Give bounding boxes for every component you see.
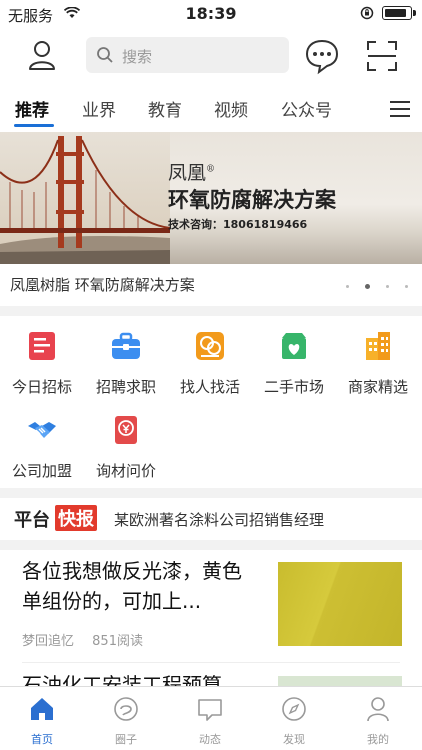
- category-second-hand[interactable]: 二手市场: [252, 330, 336, 397]
- tab-official-accounts[interactable]: 公众号: [281, 96, 332, 121]
- flash-label: 平台: [14, 510, 50, 531]
- category-franchise[interactable]: 公司加盟: [0, 414, 84, 481]
- price-tag-icon: [115, 416, 137, 444]
- profile-icon[interactable]: [22, 36, 62, 76]
- carousel-dot[interactable]: [386, 285, 389, 288]
- tab-video[interactable]: 视频: [214, 96, 248, 121]
- banner-caption: 凤凰树脂 环氧防腐解决方案: [10, 276, 195, 294]
- flash-message[interactable]: 某欧洲著名涂料公司招销售经理: [114, 509, 324, 530]
- tabbar-discover[interactable]: 发现: [264, 695, 324, 747]
- clock: 18:39: [185, 4, 237, 23]
- chat-icon: [198, 699, 222, 721]
- list-divider: [22, 662, 400, 663]
- banner-title: 环氧防腐解决方案: [168, 188, 336, 212]
- banner-brand: 凤凰®: [168, 162, 216, 184]
- article-card[interactable]: 各位我想做反光漆，黄色单组份的，可加上... 梦回追忆 851阅读: [0, 556, 422, 666]
- promo-banner[interactable]: 凤凰® 环氧防腐解决方案 技术咨询：18061819466: [0, 132, 422, 264]
- section-divider: [0, 488, 422, 498]
- article-thumbnail[interactable]: [278, 562, 402, 646]
- shop-icon: [282, 333, 306, 359]
- bridge-image: [0, 132, 170, 264]
- section-divider: [0, 540, 422, 550]
- carousel-dot[interactable]: [405, 285, 408, 288]
- message-icon[interactable]: [302, 36, 342, 76]
- article-author: 梦回追忆: [22, 634, 75, 649]
- search-icon: [97, 47, 113, 63]
- handshake-icon: [28, 422, 56, 438]
- banner-contact: 技术咨询：18061819466: [168, 218, 308, 231]
- worker-icon: [196, 332, 224, 360]
- status-bar: 无服务 18:39: [0, 0, 422, 28]
- user-icon: [367, 697, 389, 722]
- carousel-dot[interactable]: [346, 285, 349, 288]
- bottom-tab-bar: 首页 圈子 动态 发现 我的: [0, 686, 422, 750]
- search-placeholder: 搜索: [122, 48, 153, 66]
- category-tabs: 推荐 业界 教育 视频 公众号: [0, 88, 422, 130]
- category-bids[interactable]: 今日招标: [0, 330, 84, 397]
- battery-icon: [382, 6, 416, 20]
- circle-icon: [114, 697, 138, 721]
- article-title[interactable]: 各位我想做反光漆，黄色单组份的，可加上...: [22, 556, 258, 616]
- carousel-dot-active[interactable]: [365, 284, 370, 289]
- category-featured-merchants[interactable]: 商家精选: [336, 330, 420, 397]
- article-reads: 851阅读: [92, 634, 143, 649]
- tab-education[interactable]: 教育: [148, 96, 182, 121]
- scan-icon[interactable]: [362, 36, 402, 76]
- home-icon: [31, 698, 53, 720]
- category-find-workers[interactable]: 找人找活: [168, 330, 252, 397]
- article-meta: 梦回追忆 851阅读: [22, 630, 157, 649]
- menu-icon[interactable]: [390, 101, 410, 122]
- category-price-inquiry[interactable]: 询材问价: [84, 414, 168, 481]
- next-article-thumbnail[interactable]: [278, 676, 402, 686]
- flash-badge: 快报: [55, 505, 97, 531]
- orientation-lock-icon: [360, 6, 374, 20]
- briefcase-icon: [112, 332, 140, 359]
- search-input[interactable]: 搜索: [86, 37, 289, 73]
- compass-icon: [282, 697, 306, 721]
- category-jobs[interactable]: 招聘求职: [84, 330, 168, 397]
- platform-flash[interactable]: 平台 快报 某欧洲著名涂料公司招销售经理: [0, 504, 422, 534]
- top-header: 搜索: [0, 34, 422, 78]
- tabbar-home[interactable]: 首页: [12, 695, 72, 747]
- tab-recommended[interactable]: 推荐: [15, 96, 49, 121]
- section-divider: [0, 306, 422, 316]
- tab-industry[interactable]: 业界: [82, 96, 116, 121]
- next-article-title[interactable]: 石油化工安装工程预算: [22, 672, 222, 686]
- tabbar-mine[interactable]: 我的: [348, 695, 408, 747]
- tabbar-circle[interactable]: 圈子: [96, 695, 156, 747]
- active-tab-indicator: [14, 124, 54, 127]
- building-icon: [366, 332, 390, 360]
- carousel-dots[interactable]: [346, 284, 408, 289]
- bid-icon: [29, 332, 55, 360]
- tabbar-feed[interactable]: 动态: [180, 695, 240, 747]
